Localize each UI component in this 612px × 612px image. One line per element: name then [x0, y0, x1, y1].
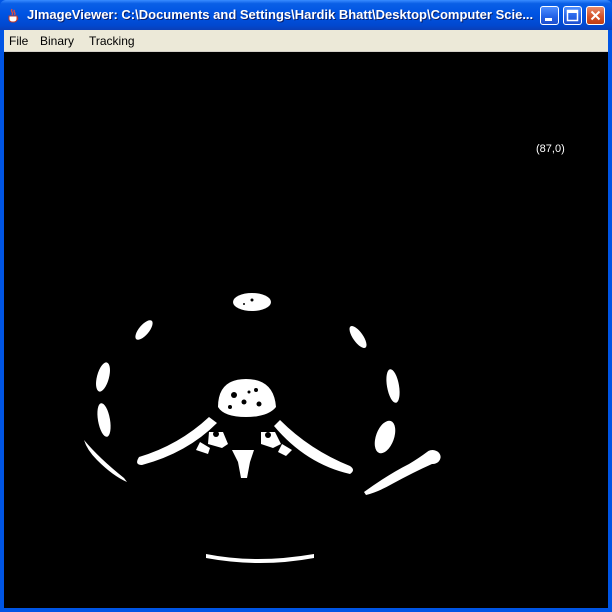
close-button[interactable] — [586, 6, 605, 25]
maximize-button[interactable] — [563, 6, 582, 25]
menu-file[interactable]: File — [9, 34, 28, 48]
java-cup-icon[interactable] — [6, 7, 22, 23]
menu-tracking[interactable]: Tracking — [89, 34, 135, 48]
image-canvas[interactable]: (87,0) — [4, 52, 608, 608]
coordinate-readout: (87,0) — [536, 143, 565, 155]
menu-bar: File Binary Tracking — [4, 30, 608, 52]
title-bar[interactable]: JImageViewer: C:\Documents and Settings\… — [0, 0, 612, 30]
app-window: JImageViewer: C:\Documents and Settings\… — [0, 0, 612, 612]
ct-scan-binary-image — [84, 293, 441, 563]
window-title: JImageViewer: C:\Documents and Settings\… — [27, 7, 534, 22]
menu-binary[interactable]: Binary — [40, 34, 74, 48]
minimize-button[interactable] — [540, 6, 559, 25]
